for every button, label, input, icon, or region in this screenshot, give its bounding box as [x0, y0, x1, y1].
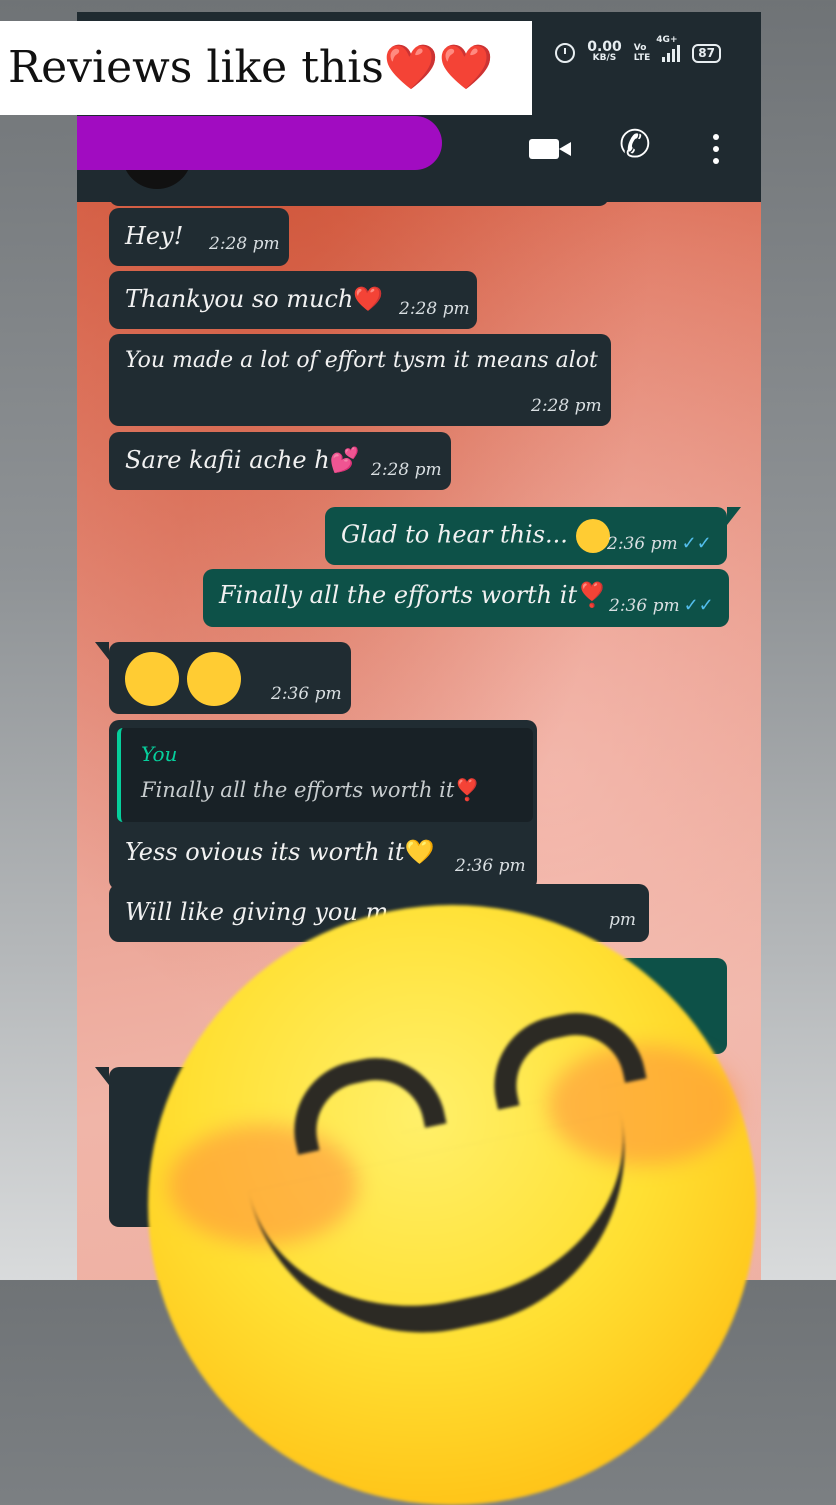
quote-author: You	[141, 742, 178, 766]
message-bubble-incoming[interactable]: Hey! 2:28 pm	[109, 208, 289, 266]
message-text: Yess ovious its worth it💛	[125, 838, 435, 866]
bubble-tail	[95, 642, 109, 660]
network-speed: 0.00 KB/S	[587, 39, 622, 64]
message-time: 2:36 pm	[271, 684, 342, 704]
smiling-face-sticker-icon	[148, 905, 756, 1505]
video-call-icon[interactable]	[529, 139, 571, 159]
message-time: 2:28 pm	[531, 396, 602, 416]
smiling-emoji	[575, 519, 610, 553]
message-text: Finally all the efforts worth it❣️	[219, 581, 607, 609]
heart-emoji: ❤️	[353, 285, 384, 313]
message-bubble-incoming[interactable]: Thankyou so much❤️ 2:28 pm	[109, 271, 477, 329]
message-bubble-incoming[interactable]: 2:36 pm	[109, 642, 351, 714]
message-time: 2:28 pm	[209, 234, 280, 254]
previous-message-edge	[109, 194, 609, 206]
message-text: Glad to hear this...	[341, 519, 610, 553]
message-text: Sare kafii ache h💕	[125, 446, 360, 474]
quoted-message[interactable]: You Finally all the efforts worth it❣️	[117, 728, 533, 822]
network-type: 4G+	[656, 34, 678, 45]
speed-unit: KB/S	[592, 53, 617, 63]
smiling-emoji	[125, 652, 179, 706]
redacted-contact-name	[77, 116, 442, 170]
smiling-emoji	[187, 652, 241, 706]
message-time: pm	[609, 910, 637, 930]
signal-icon: 4G+	[656, 35, 681, 62]
message-time: 2:36 pm	[455, 856, 526, 876]
message-bubble-reply[interactable]: You Finally all the efforts worth it❣️ Y…	[109, 720, 537, 890]
read-ticks-icon: ✓✓	[683, 595, 714, 616]
message-bubble-incoming[interactable]: You made a lot of effort tysm it means a…	[109, 334, 611, 426]
hearts-emoji: ❤️❤️	[383, 42, 494, 93]
bubble-tail	[727, 507, 741, 525]
message-bubble-outgoing[interactable]: Glad to hear this... 2:36 pm ✓✓	[325, 507, 727, 565]
caption-overlay: Reviews like this❤️❤️	[0, 21, 532, 115]
read-ticks-icon: ✓✓	[681, 533, 712, 554]
message-text: Hey!	[125, 222, 184, 250]
volte-icon: Vo LTE	[633, 43, 651, 63]
speed-value: 0.00	[587, 39, 622, 55]
alarm-icon	[555, 43, 576, 63]
battery-icon: 87	[692, 43, 721, 63]
yellow-heart-emoji: 💛	[404, 838, 435, 866]
more-options-icon[interactable]	[713, 134, 719, 170]
bubble-tail	[95, 1067, 109, 1085]
message-time: 2:36 pm ✓✓	[609, 595, 714, 616]
message-bubble-outgoing[interactable]: Finally all the efforts worth it❣️ 2:36 …	[203, 569, 729, 627]
voice-call-icon[interactable]: ✆	[619, 122, 651, 166]
caption-text: Reviews like this❤️❤️	[8, 42, 494, 93]
heart-exclamation-emoji: ❣️	[577, 581, 607, 609]
message-time: 2:28 pm	[399, 299, 470, 319]
message-text: Thankyou so much❤️	[125, 285, 384, 313]
message-text: You made a lot of effort tysm it means a…	[125, 348, 598, 373]
hearts-emoji: 💕	[329, 446, 360, 474]
message-bubble-incoming[interactable]: Sare kafii ache h💕 2:28 pm	[109, 432, 451, 490]
message-time: 2:28 pm	[371, 460, 442, 480]
quote-text: Finally all the efforts worth it❣️	[141, 778, 481, 802]
message-time: 2:36 pm ✓✓	[607, 533, 712, 554]
